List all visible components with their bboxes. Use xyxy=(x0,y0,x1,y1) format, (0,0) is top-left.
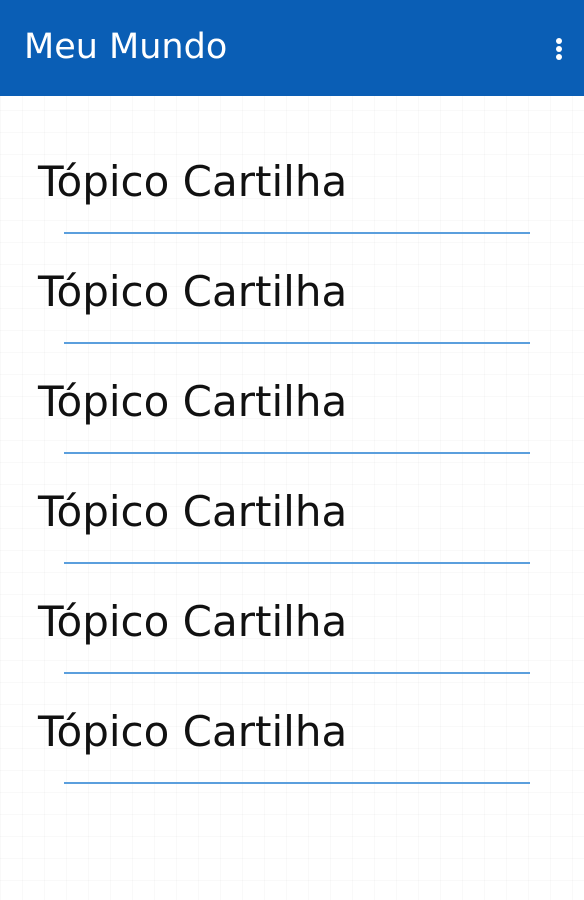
topic-label: Tópico Cartilha xyxy=(38,377,348,426)
menu-dot xyxy=(556,38,562,44)
topic-item[interactable]: Tópico Cartilha xyxy=(0,96,584,234)
topic-label: Tópico Cartilha xyxy=(38,707,348,756)
more-vert-icon[interactable] xyxy=(544,30,574,66)
topic-item[interactable]: Tópico Cartilha xyxy=(0,316,584,454)
topic-list: Tópico Cartilha Tópico Cartilha Tópico C… xyxy=(0,96,584,784)
topic-label: Tópico Cartilha xyxy=(38,157,348,206)
topic-item[interactable]: Tópico Cartilha xyxy=(0,426,584,564)
app-bar: Meu Mundo xyxy=(0,0,584,96)
topic-label: Tópico Cartilha xyxy=(38,267,348,316)
menu-dot xyxy=(556,54,562,60)
topic-item[interactable]: Tópico Cartilha xyxy=(0,206,584,344)
menu-dot xyxy=(556,46,562,52)
topic-divider xyxy=(64,782,530,784)
topic-item[interactable]: Tópico Cartilha xyxy=(0,646,584,784)
topic-label: Tópico Cartilha xyxy=(38,597,348,646)
app-title: Meu Mundo xyxy=(24,27,228,67)
topic-item[interactable]: Tópico Cartilha xyxy=(0,536,584,674)
topic-label: Tópico Cartilha xyxy=(38,487,348,536)
